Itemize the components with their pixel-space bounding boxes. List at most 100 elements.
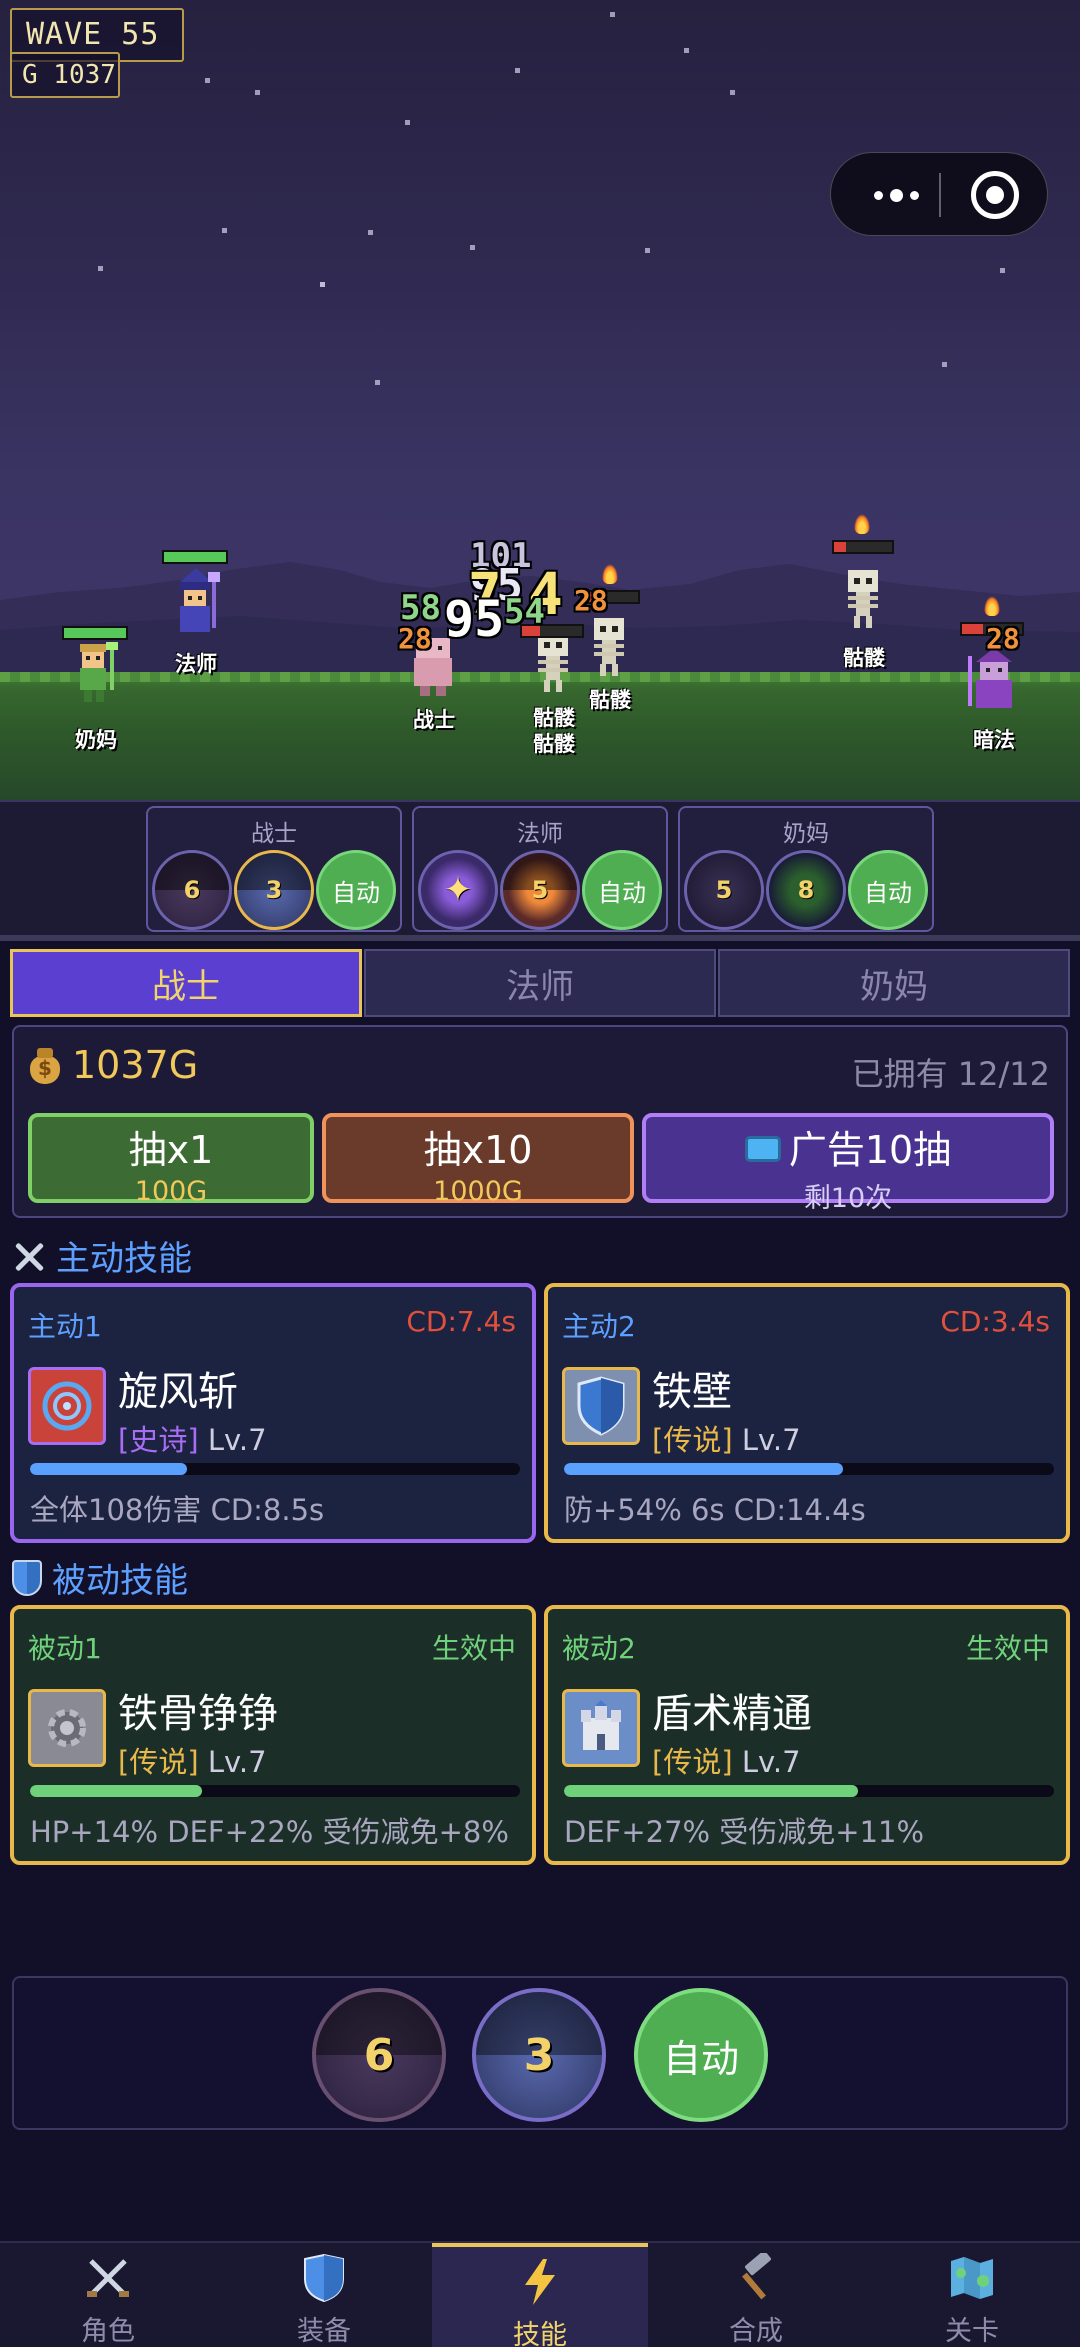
ally-mage: 法师 xyxy=(162,550,228,676)
passive-skills-header: 被动技能 xyxy=(12,1553,188,1602)
damage-number: 95 xyxy=(444,590,505,648)
auto-button[interactable]: 自动 xyxy=(634,1988,768,2122)
active-skill-card[interactable]: 主动1 CD:7.4s 旋风斩 [史诗] Lv.7 全体108伤害 CD:8.5… xyxy=(10,1283,536,1543)
tab-healer[interactable]: 奶妈 xyxy=(718,949,1070,1017)
crossed-swords-icon xyxy=(12,1239,46,1273)
heal-wave-icon[interactable]: 5 xyxy=(684,850,764,930)
healer-sprite xyxy=(80,642,118,702)
shield-icon xyxy=(12,1559,42,1596)
gold-counter: G 1037 xyxy=(10,52,120,98)
star xyxy=(205,78,210,83)
enemy-name: 骷髅 xyxy=(589,688,631,712)
passive-skill-card[interactable]: 被动2 生效中 盾术精通 [传说] Lv.7 DEF+27% 受伤减免+11% xyxy=(544,1605,1070,1865)
star xyxy=(942,362,947,367)
lightning-icon xyxy=(525,2259,555,2305)
map-icon xyxy=(951,2257,993,2299)
whirlwind-skill-button[interactable]: 6 xyxy=(312,1988,446,2122)
draw-1-button[interactable]: 抽x1 100G xyxy=(28,1113,314,1207)
star xyxy=(368,230,373,235)
skill-cooldown: CD:7.4s xyxy=(406,1305,516,1338)
star xyxy=(255,90,260,95)
damage-number: 28 xyxy=(574,584,608,617)
mini-program-capsule xyxy=(830,152,1048,236)
heart-icon[interactable]: 8 xyxy=(766,850,846,930)
bottom-nav: 角色 装备 技能 合成 关卡 xyxy=(0,2241,1080,2347)
auto-button[interactable]: 自动 xyxy=(316,850,396,930)
star xyxy=(730,90,735,95)
skill-slot: 主动1 xyxy=(28,1310,102,1343)
skill-rarity-level: [传说] Lv.7 xyxy=(652,1745,801,1779)
shield-skill-button[interactable]: 3 xyxy=(472,1988,606,2122)
nav-label: 合成 xyxy=(729,2316,783,2347)
star xyxy=(610,12,615,17)
skeleton-sprite xyxy=(848,570,878,628)
skill-progress xyxy=(564,1463,1054,1475)
skill-description: 防+54% 6s CD:14.4s xyxy=(564,1493,866,1527)
shield-icon[interactable]: 3 xyxy=(234,850,314,930)
nav-label: 装备 xyxy=(297,2316,351,2347)
hammer-icon xyxy=(742,2253,771,2300)
auto-button[interactable]: 自动 xyxy=(582,850,662,930)
swords-icon xyxy=(87,2259,129,2297)
ally-name: 法师 xyxy=(175,652,217,676)
burn-icon xyxy=(602,564,618,584)
star xyxy=(320,282,325,287)
skill-slot: 被动1 xyxy=(28,1632,102,1665)
shield-icon xyxy=(562,1367,640,1445)
money-bag-icon xyxy=(28,1046,62,1084)
fire-icon[interactable]: 5 xyxy=(500,850,580,930)
damage-number: 28 xyxy=(986,622,1020,655)
star xyxy=(375,380,380,385)
draw-10-label: 抽x10 xyxy=(423,1128,533,1172)
hp-bar xyxy=(832,540,894,554)
skill-cooldown: CD:3.4s xyxy=(940,1305,1050,1338)
nav-item-skills[interactable]: 技能 xyxy=(432,2243,648,2347)
ad-draw-remaining: 剩10次 xyxy=(803,1183,893,1214)
passive-skill-card[interactable]: 被动1 生效中 铁骨铮铮 [传说] Lv.7 HP+14% DEF+22% 受伤… xyxy=(10,1605,536,1865)
dark-mage-sprite xyxy=(968,648,1012,708)
nav-item-craft[interactable]: 合成 xyxy=(648,2243,864,2347)
active-skill-card[interactable]: 主动2 CD:3.4s 铁壁 [传说] Lv.7 防+54% 6s CD:14.… xyxy=(544,1283,1070,1543)
tv-icon xyxy=(744,1135,781,1162)
burn-icon xyxy=(854,514,870,534)
shield-icon xyxy=(304,2253,344,2303)
party-group-healer[interactable]: 奶妈 5 8 自动 xyxy=(678,806,934,932)
skill-status: 生效中 xyxy=(431,1632,516,1665)
tab-warrior[interactable]: 战士 xyxy=(10,949,362,1017)
sparkle-icon[interactable]: ✦ xyxy=(418,850,498,930)
target-close-icon[interactable] xyxy=(971,171,1019,219)
skills-panel: 战士 法师 奶妈 1037G 已拥有 12/12 抽x1 100G 抽x10 1… xyxy=(0,941,1080,2241)
star xyxy=(645,248,650,253)
skill-name: 铁骨铮铮 xyxy=(118,1691,278,1737)
party-group-warrior[interactable]: 战士 6 3 自动 xyxy=(146,806,402,932)
nav-item-stages[interactable]: 关卡 xyxy=(864,2243,1080,2347)
ally-name: 奶妈 xyxy=(75,728,117,752)
capsule-divider xyxy=(939,173,941,217)
more-dots-icon[interactable] xyxy=(861,179,931,211)
skill-progress xyxy=(30,1785,520,1797)
party-group-title: 奶妈 xyxy=(783,821,829,847)
star xyxy=(405,120,410,125)
nav-item-character[interactable]: 角色 xyxy=(0,2243,216,2347)
skill-progress xyxy=(564,1785,1054,1797)
skill-name: 盾术精通 xyxy=(652,1691,812,1737)
draw-10-button[interactable]: 抽x10 1000G xyxy=(322,1113,634,1207)
draw-1-label: 抽x1 xyxy=(128,1128,214,1172)
nav-item-equipment[interactable]: 装备 xyxy=(216,2243,432,2347)
party-group-mage[interactable]: 法师 ✦ 5 自动 xyxy=(412,806,668,932)
shop-gold: 1037G xyxy=(28,1043,198,1087)
passive-skills-title: 被动技能 xyxy=(52,1561,188,1601)
damage-number: 54 xyxy=(504,592,545,632)
party-skill-bar: 战士 6 3 自动 法师 ✦ 5 自动 奶妈 5 8 自动 xyxy=(0,800,1080,940)
skill-rarity-level: [传说] Lv.7 xyxy=(652,1423,801,1457)
skill-name: 旋风斩 xyxy=(118,1369,238,1415)
auto-button[interactable]: 自动 xyxy=(848,850,928,930)
tab-mage[interactable]: 法师 xyxy=(364,949,716,1017)
whirlwind-icon[interactable]: 6 xyxy=(152,850,232,930)
skill-name: 铁壁 xyxy=(652,1369,732,1415)
draw-1-cost: 100G xyxy=(134,1176,208,1207)
star xyxy=(470,245,475,250)
damage-number: 28 xyxy=(398,622,432,655)
skill-description: 全体108伤害 CD:8.5s xyxy=(30,1493,325,1527)
ad-draw-button[interactable]: 广告10抽 剩10次 xyxy=(642,1113,1054,1214)
